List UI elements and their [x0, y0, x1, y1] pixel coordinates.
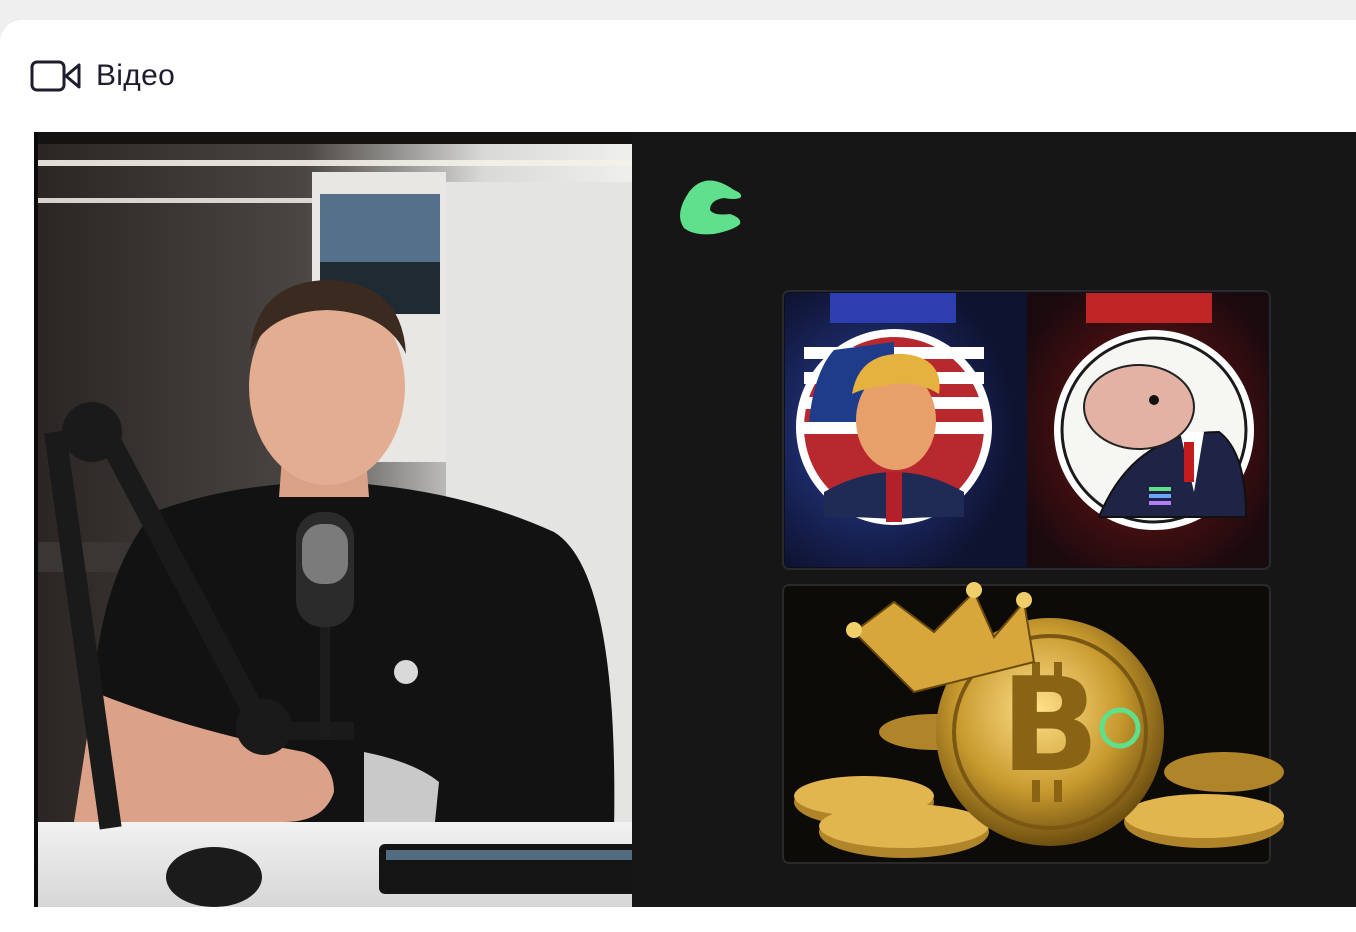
svg-text:B: B	[1000, 649, 1099, 801]
content-panel: B	[632, 132, 1356, 907]
bitcoin-crown-card: B	[782, 582, 1284, 864]
presenter-scene	[38, 132, 632, 907]
coin-characters-card	[782, 290, 1271, 570]
section-title: Відео	[96, 59, 176, 92]
section-header: Відео	[30, 56, 175, 96]
video-camera-icon	[30, 59, 82, 93]
video-section-card: Відео B	[0, 20, 1356, 932]
page: Відео B	[0, 0, 1356, 932]
video-player[interactable]: B	[34, 132, 1356, 907]
